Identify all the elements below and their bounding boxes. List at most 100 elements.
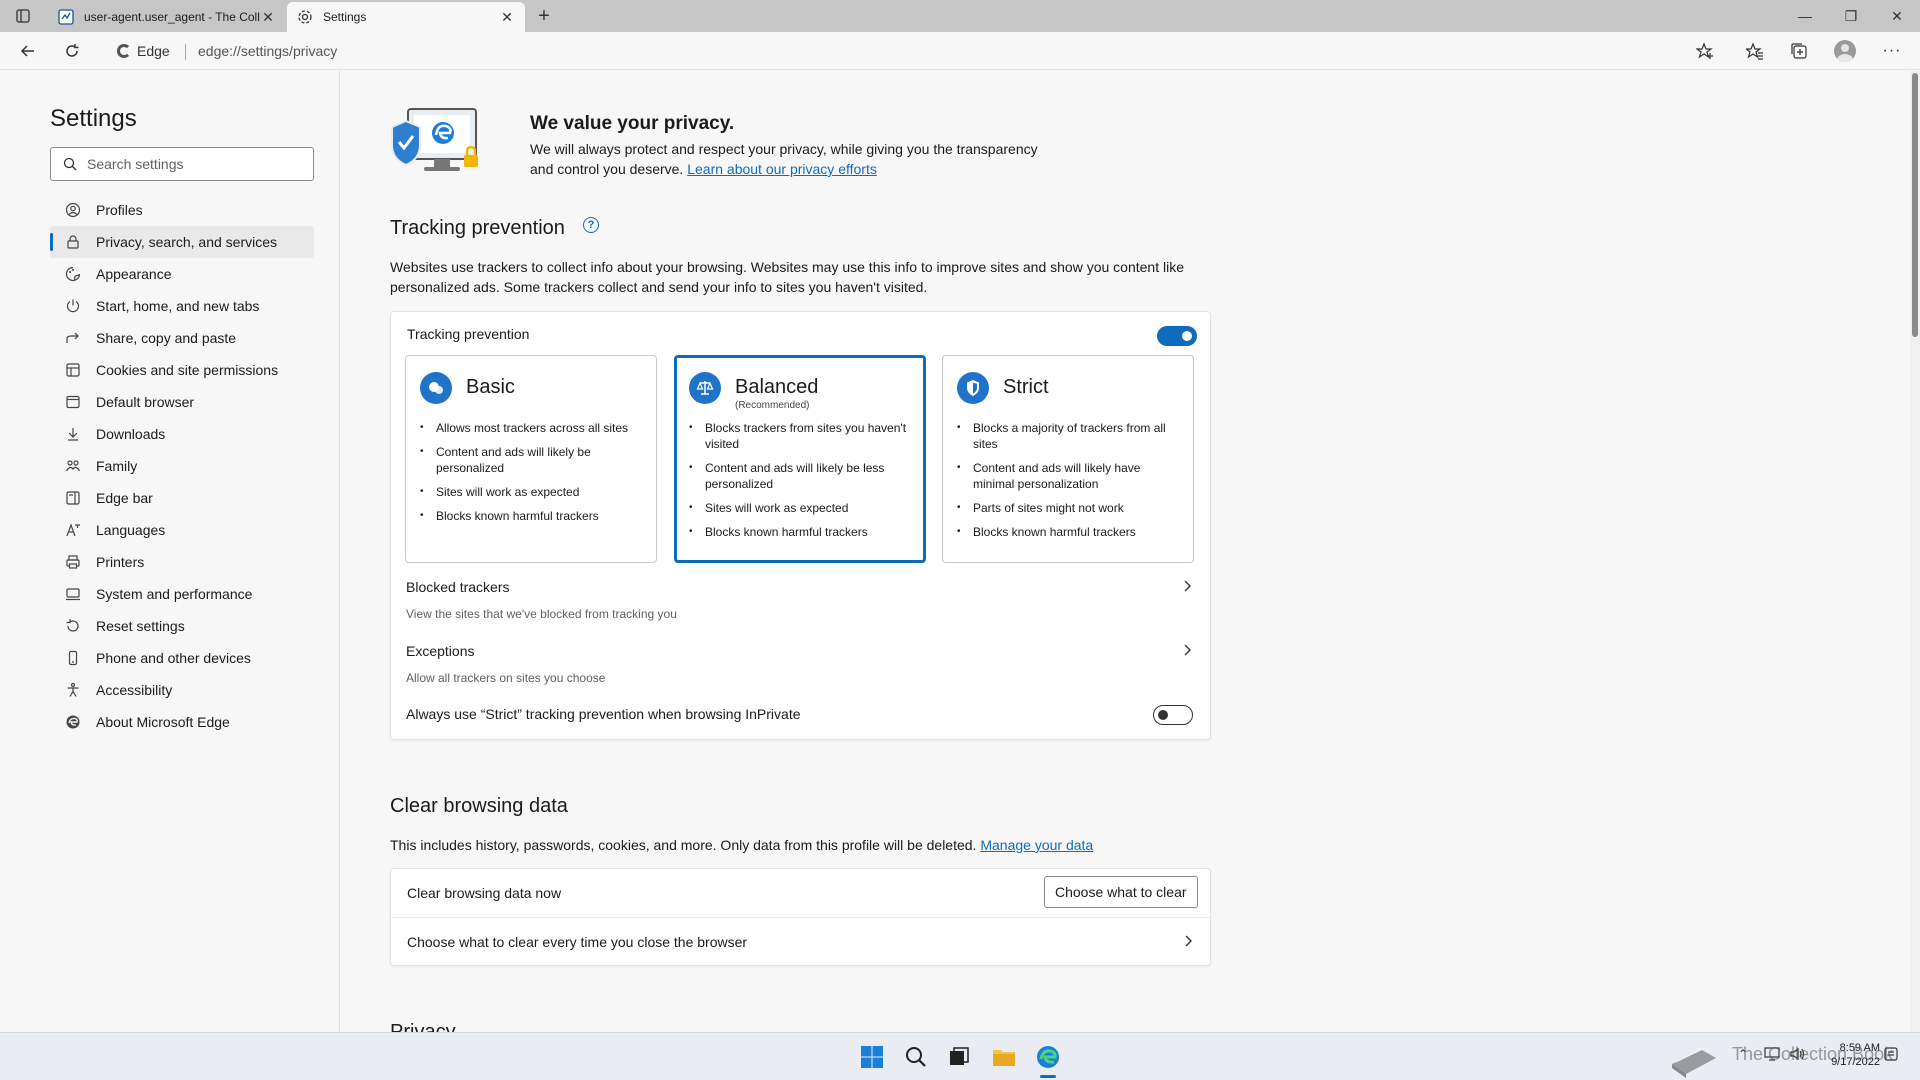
search-input[interactable] [87, 156, 287, 172]
new-tab-button[interactable]: + [532, 4, 556, 28]
sidebar-item-appearance[interactable]: Appearance [50, 258, 314, 290]
chevron-right-icon[interactable] [1181, 934, 1195, 948]
sidebar-item-label: Start, home, and new tabs [96, 298, 260, 314]
sidebar-item-family[interactable]: Family [50, 450, 314, 482]
lock-icon [64, 233, 82, 251]
tracking-prevention-description: Websites use trackers to collect info ab… [390, 259, 1184, 295]
sidebar-item-label: Printers [96, 554, 145, 570]
languages-icon [64, 521, 82, 539]
back-button[interactable] [14, 38, 42, 64]
collections-button[interactable] [1784, 38, 1814, 64]
exceptions-label[interactable]: Exceptions [406, 643, 474, 659]
address-bar: Edge edge://settings/privacy ··· [0, 32, 1920, 70]
profile-button[interactable] [1830, 38, 1860, 64]
sidebar-item-label: Default browser [96, 394, 195, 410]
sidebar-item-label: Downloads [96, 426, 166, 442]
url-divider [185, 44, 186, 60]
clear-browsing-data-card: Clear browsing data now Choose what to c… [390, 868, 1211, 966]
edge-logo-icon [117, 44, 131, 58]
favorites-icon [1746, 42, 1763, 60]
help-icon[interactable]: ? [583, 217, 599, 233]
system-icon [64, 585, 82, 603]
inprivate-strict-label: Always use “Strict” tracking prevention … [406, 706, 801, 722]
minimize-button[interactable]: — [1782, 0, 1828, 32]
settings-and-more-button[interactable]: ··· [1877, 38, 1907, 64]
sidebar-item-share[interactable]: Share, copy and paste [50, 322, 314, 354]
sidebar-item-cookies[interactable]: Cookies and site permissions [50, 354, 314, 386]
tab-settings[interactable]: Settings ✕ [287, 2, 525, 32]
sidebar-item-accessibility[interactable]: Accessibility [50, 674, 314, 706]
browser-icon [64, 393, 82, 411]
choose-what-to-clear-button[interactable]: Choose what to clear [1044, 876, 1198, 908]
profile-icon [64, 201, 82, 219]
sidebar-item-downloads[interactable]: Downloads [50, 418, 314, 450]
level-bullet: Parts of sites might not work [957, 500, 1183, 516]
collections-icon [1791, 43, 1807, 59]
privacy-efforts-link[interactable]: Learn about our privacy efforts [687, 161, 877, 177]
sidebar-item-reset[interactable]: Reset settings [50, 610, 314, 642]
close-tab-icon[interactable]: ✕ [499, 9, 515, 25]
watermark-book-icon [1672, 1047, 1716, 1078]
restore-button[interactable]: ❐ [1828, 0, 1874, 32]
sidebar-item-printers[interactable]: Printers [50, 546, 314, 578]
level-bullet: Blocks trackers from sites you haven't v… [689, 420, 915, 452]
level-balanced[interactable]: Balanced (Recommended) Blocks trackers f… [674, 355, 926, 563]
sidebar-item-edge-bar[interactable]: Edge bar [50, 482, 314, 514]
sidebar-item-phone[interactable]: Phone and other devices [50, 642, 314, 674]
windows-start-icon[interactable] [856, 1041, 888, 1073]
add-favorite-button[interactable] [1690, 38, 1720, 64]
level-bullet: Allows most trackers across all sites [420, 420, 646, 436]
url-field[interactable]: edge://settings/privacy [198, 43, 337, 59]
clear-on-close-label[interactable]: Choose what to clear every time you clos… [407, 934, 747, 950]
tab-strip: user-agent.user_agent - The Coll ✕ Setti… [0, 0, 1920, 32]
level-bullet: Blocks known harmful trackers [420, 508, 646, 524]
sidebar-item-label: Appearance [96, 266, 172, 282]
blocked-trackers-sub: View the sites that we've blocked from t… [406, 607, 677, 621]
task-view-icon[interactable] [943, 1041, 975, 1073]
level-strict[interactable]: Strict Blocks a majority of trackers fro… [942, 355, 1194, 563]
sidebar-item-default-browser[interactable]: Default browser [50, 386, 314, 418]
sidebar-item-label: Accessibility [96, 682, 173, 698]
blocked-trackers-label[interactable]: Blocked trackers [406, 579, 509, 595]
search-box[interactable] [50, 147, 314, 181]
favorites-button[interactable] [1740, 38, 1770, 64]
gear-icon [297, 9, 313, 25]
sidebar-item-label: Phone and other devices [96, 650, 251, 666]
sidebar-item-languages[interactable]: Languages [50, 514, 314, 546]
manage-your-data-link[interactable]: Manage your data [980, 837, 1093, 853]
edge-taskbar-icon[interactable] [1032, 1041, 1064, 1073]
chevron-right-icon[interactable] [1180, 643, 1194, 657]
clear-now-label: Clear browsing data now [407, 885, 562, 901]
level-bullet: Content and ads will likely have minimal… [957, 460, 1183, 492]
sidebar-item-start-home[interactable]: Start, home, and new tabs [50, 290, 314, 322]
sidebar-item-label: Cookies and site permissions [96, 362, 279, 378]
sidebar-item-privacy[interactable]: Privacy, search, and services [50, 226, 314, 258]
more-icon: ··· [1882, 42, 1902, 59]
sidebar-item-label: Family [96, 458, 138, 474]
sidebar-item-about[interactable]: About Microsoft Edge [50, 706, 314, 738]
sidebar-item-profiles[interactable]: Profiles [50, 194, 314, 226]
refresh-button[interactable] [58, 38, 86, 64]
chevron-right-icon[interactable] [1180, 579, 1194, 593]
close-window-button[interactable]: ✕ [1874, 0, 1920, 32]
tab-actions-icon [16, 9, 30, 23]
close-tab-icon[interactable]: ✕ [260, 9, 276, 25]
refresh-icon [66, 44, 79, 57]
site-identity[interactable]: Edge [117, 43, 170, 59]
power-icon [64, 297, 82, 315]
scrollbar-thumb[interactable] [1912, 73, 1918, 337]
tab-user-agent[interactable]: user-agent.user_agent - The Coll ✕ [48, 2, 286, 32]
site-label: Edge [137, 43, 170, 59]
vertical-scrollbar[interactable] [1910, 71, 1920, 1032]
level-name: Strict [1003, 376, 1049, 398]
tracking-prevention-toggle[interactable] [1157, 326, 1197, 346]
tracking-toggle-label: Tracking prevention [407, 326, 530, 342]
sidebar-item-system[interactable]: System and performance [50, 578, 314, 610]
tab-actions-button[interactable] [10, 6, 36, 26]
level-basic[interactable]: Basic Allows most trackers across all si… [405, 355, 657, 563]
level-bullet: Sites will work as expected [689, 500, 915, 516]
file-explorer-icon[interactable] [988, 1041, 1020, 1073]
search-icon[interactable] [900, 1041, 932, 1073]
clear-desc-text: This includes history, passwords, cookie… [390, 837, 977, 853]
inprivate-strict-toggle[interactable] [1153, 705, 1193, 725]
